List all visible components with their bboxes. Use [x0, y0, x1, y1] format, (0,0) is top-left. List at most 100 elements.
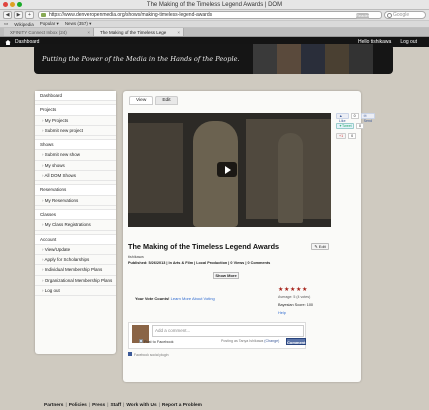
learn-voting-link[interactable]: Learn More About Voting [171, 296, 215, 301]
lock-icon [41, 13, 46, 17]
tab-label: XFINITY Connect Inbox (24) [10, 30, 67, 35]
play-icon[interactable] [217, 162, 237, 177]
facebook-icon [128, 352, 132, 356]
tab-xfinity[interactable]: XFINITY Connect Inbox (24) × [4, 28, 94, 36]
search-placeholder: Google [393, 12, 410, 18]
tab-label: The Making of the Timeless Lege [100, 30, 167, 35]
window-controls[interactable] [3, 2, 22, 7]
main-content: View Edit ▲ Like 0 ✉ Send ✦Tweet 0 +1 0 … [123, 91, 375, 382]
url-text: https://www.denveropenmedia.org/shows/ma… [49, 12, 213, 18]
footer-link-report-a-problem[interactable]: Report a Problem [162, 403, 202, 408]
footer-link-partners[interactable]: Partners [44, 403, 63, 408]
back-button[interactable]: ◀ [3, 11, 12, 19]
bookmark-news[interactable]: News (357) ▾ [65, 21, 92, 27]
bayesian-score: Bayesian Score: 100 [278, 303, 314, 307]
tweet-button[interactable]: ✦Tweet [336, 123, 354, 129]
star-icon[interactable]: ★ [278, 287, 283, 293]
footer-link-policies[interactable]: Policies [69, 403, 87, 408]
sidebar-item-reservations: Reservations [35, 185, 116, 196]
bookmarks-icon[interactable]: ▭ [4, 21, 8, 27]
search-input[interactable]: Google [384, 11, 426, 19]
sidebar-item-submit-new-project[interactable]: Submit new project [35, 126, 116, 137]
bookmark-wikipedia[interactable]: Wikipedia [14, 22, 34, 27]
published-info: Published: 5/26/2013 | In Arts & Film | … [128, 261, 271, 265]
sidebar-item-my-shows[interactable]: My shows [35, 161, 116, 172]
change-account-link[interactable]: (Change) [264, 339, 279, 343]
post-to-facebook-checkbox[interactable]: Post to Facebook [139, 339, 174, 344]
browser-toolbar: ◀ ▶ + https://www.denveropenmedia.org/sh… [0, 10, 429, 21]
zoom-window-button[interactable] [17, 2, 22, 7]
show-more-button[interactable]: Show More [213, 272, 239, 279]
sidebar-item-submit-new-show[interactable]: Submit new show [35, 150, 116, 161]
bookmarks-bar: ▭ Wikipedia Popular ▾ News (357) ▾ [0, 21, 429, 28]
video-player[interactable] [128, 113, 331, 227]
sidebar-item-organizational-membership-plans[interactable]: Organizational Membership Plans [35, 276, 116, 287]
facebook-send-button[interactable]: ✉ Send [360, 113, 375, 123]
edit-button[interactable]: ✎ Edit [311, 243, 329, 250]
forward-button[interactable]: ▶ [14, 11, 23, 19]
facebook-like-button[interactable]: ▲ Like [336, 113, 349, 123]
tweet-count: 0 [356, 123, 364, 129]
star-icon[interactable]: ★ [302, 287, 307, 293]
close-tab-icon[interactable]: × [87, 28, 90, 37]
window-titlebar: The Making of the Timeless Legend Awards… [0, 0, 429, 10]
footer-separator: | [123, 403, 125, 408]
home-icon[interactable] [5, 39, 11, 45]
site-banner: Putting the Power of the Media in the Ha… [34, 44, 393, 74]
sidebar-item-apply-for-scholarships[interactable]: Apply for Scholarships [35, 255, 116, 266]
star-icon[interactable]: ★ [284, 287, 289, 293]
sidebar-item-dashboard[interactable]: Dashboard [35, 91, 116, 102]
sidebar-item-projects: Projects [35, 105, 116, 116]
reader-button[interactable]: Reader [356, 13, 369, 19]
tab-view[interactable]: View [129, 96, 154, 105]
sidebar-nav: Dashboard ProjectsMy ProjectsSubmit new p… [35, 91, 116, 354]
sidebar-item-all-dom-shows[interactable]: All DOM Shows [35, 171, 116, 182]
gplus-count: 0 [348, 133, 357, 139]
star-icon[interactable]: ★ [296, 287, 301, 293]
sidebar-item-view-update[interactable]: View/Update [35, 245, 116, 256]
footer-separator: | [107, 403, 109, 408]
close-window-button[interactable] [3, 2, 8, 7]
sidebar-item-shows: Shows [35, 140, 116, 151]
page-title: The Making of the Timeless Legend Awards [128, 242, 280, 251]
tab-edit[interactable]: Edit [155, 96, 178, 105]
window-title: The Making of the Timeless Legend Awards… [146, 2, 283, 8]
banner-tagline: Putting the Power of the Media in the Ha… [42, 55, 240, 63]
star-icon[interactable]: ★ [290, 287, 295, 293]
sidebar-item-my-class-registrations[interactable]: My Class Registrations [35, 220, 116, 231]
footer-separator: | [158, 403, 160, 408]
address-bar[interactable]: https://www.denveropenmedia.org/shows/ma… [38, 11, 382, 19]
add-bookmark-button[interactable]: + [25, 11, 34, 19]
footer-link-staff[interactable]: Staff [110, 403, 121, 408]
minimize-window-button[interactable] [10, 2, 15, 7]
comment-button[interactable]: Comment [286, 338, 306, 345]
sidebar-item-my-reservations[interactable]: My Reservations [35, 196, 116, 206]
tab-current[interactable]: The Making of the Timeless Lege × [94, 28, 184, 36]
like-count: 0 [350, 113, 359, 119]
sidebar-item-log-out[interactable]: Log out [35, 286, 116, 297]
rating-stars[interactable]: ★ ★ ★ ★ ★ [278, 287, 307, 293]
banner-photos [253, 44, 373, 74]
close-tab-icon[interactable]: × [177, 28, 180, 37]
header-logout-link[interactable]: Log out [400, 37, 417, 47]
browser-tabs: XFINITY Connect Inbox (24) × The Making … [0, 28, 429, 37]
footer-link-work-with-us[interactable]: Work with Us [126, 403, 156, 408]
sidebar-item-individual-membership-plans[interactable]: Individual Membership Plans [35, 265, 116, 276]
facebook-comment-box: Add a comment... Post to Facebook Postin… [128, 322, 306, 349]
footer-separator: | [65, 403, 67, 408]
view-edit-tabs: View Edit [129, 96, 178, 105]
comment-input[interactable]: Add a comment... [152, 325, 304, 337]
sidebar-item-classes: Classes [35, 209, 116, 221]
sidebar-item-account: Account [35, 234, 116, 245]
site-footer: Partners | Policies | Press | Staff | Work with … [44, 403, 204, 408]
average-rating: Average: 5 (4 votes) [278, 295, 311, 299]
facebook-plugin-label: Facebook social plugin [128, 352, 169, 357]
sidebar-item-my-projects[interactable]: My Projects [35, 116, 116, 126]
footer-separator: | [88, 403, 91, 408]
google-plus-button[interactable]: +1 [336, 133, 347, 139]
share-buttons: ▲ Like 0 ✉ Send ✦Tweet 0 +1 0 [336, 113, 375, 139]
bookmark-popular[interactable]: Popular ▾ [40, 21, 59, 27]
help-link[interactable]: Help [278, 311, 286, 315]
footer-link-press[interactable]: Press [92, 403, 105, 408]
author-link[interactable]: tishikawa [128, 255, 144, 259]
